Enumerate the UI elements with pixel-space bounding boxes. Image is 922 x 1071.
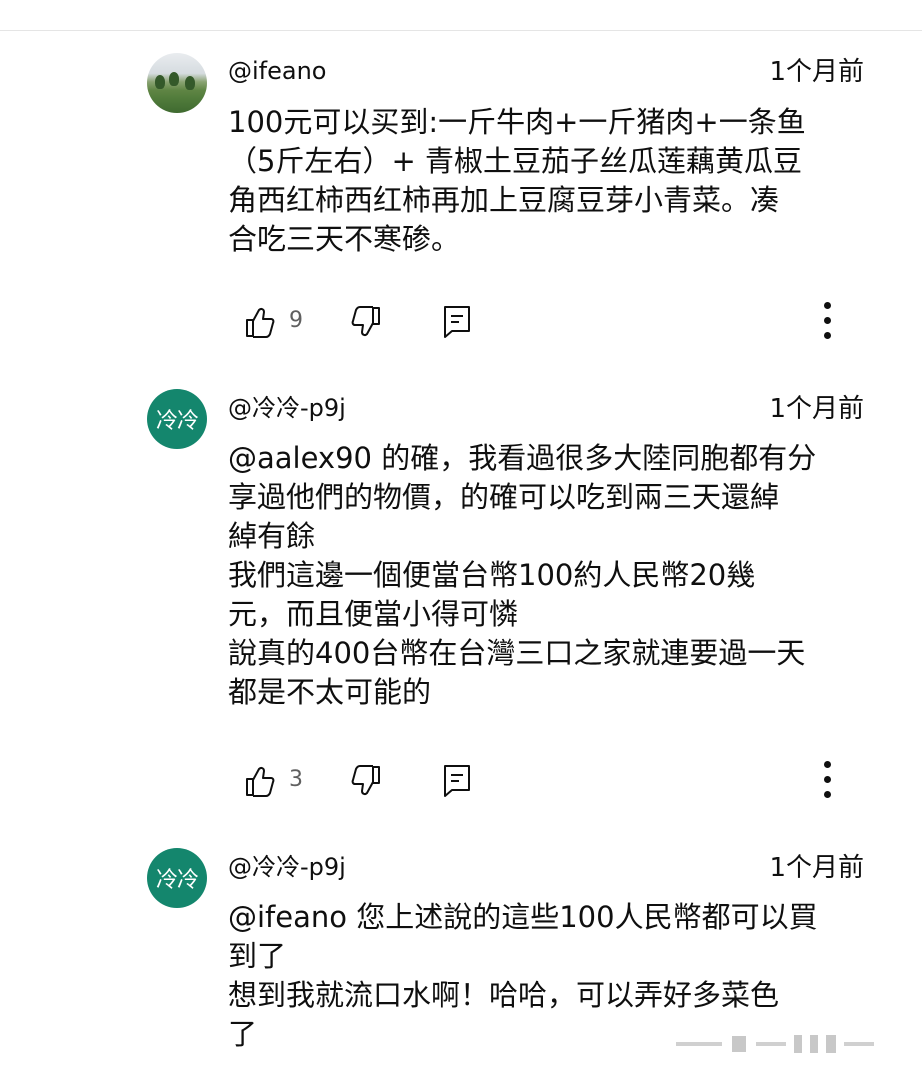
like-count: 9	[289, 308, 303, 333]
comment-author[interactable]: @冷冷-p9j	[228, 393, 346, 423]
avatar[interactable]: 冷冷	[147, 848, 207, 908]
comment-time: 1个月前	[769, 57, 864, 87]
comment-author[interactable]: @冷冷-p9j	[228, 852, 346, 882]
avatar[interactable]	[147, 53, 207, 113]
thumbs-up-icon[interactable]	[244, 763, 276, 799]
comment-actions: 9	[244, 302, 884, 344]
reply-icon[interactable]	[442, 763, 474, 799]
comment-text: @ifeano 您上述說的這些100人民幣都可以買 到了 想到我就流口水啊！哈哈…	[228, 900, 818, 1051]
comment-time: 1个月前	[769, 394, 864, 424]
watermark-graphic	[676, 1035, 874, 1053]
like-count: 3	[289, 767, 303, 792]
comment-actions: 3	[244, 761, 884, 803]
avatar[interactable]: 冷冷	[147, 389, 207, 449]
thumbs-down-icon[interactable]	[350, 763, 382, 799]
reply-icon[interactable]	[442, 304, 474, 340]
comment-time: 1个月前	[769, 853, 864, 883]
comment-text: 100元可以买到:一斤牛肉+一斤猪肉+一条鱼 （5斤左右）+ 青椒土豆茄子丝瓜莲…	[228, 105, 806, 256]
thumbs-down-icon[interactable]	[350, 304, 382, 340]
thumbs-up-icon[interactable]	[244, 304, 276, 340]
top-divider	[0, 30, 922, 31]
more-vertical-icon[interactable]	[812, 755, 842, 805]
comment-text: @aalex90 的確，我看過很多大陸同胞都有分 享過他們的物價，的確可以吃到兩…	[228, 441, 817, 709]
more-vertical-icon[interactable]	[812, 296, 842, 346]
comment-author[interactable]: @ifeano	[228, 56, 326, 86]
